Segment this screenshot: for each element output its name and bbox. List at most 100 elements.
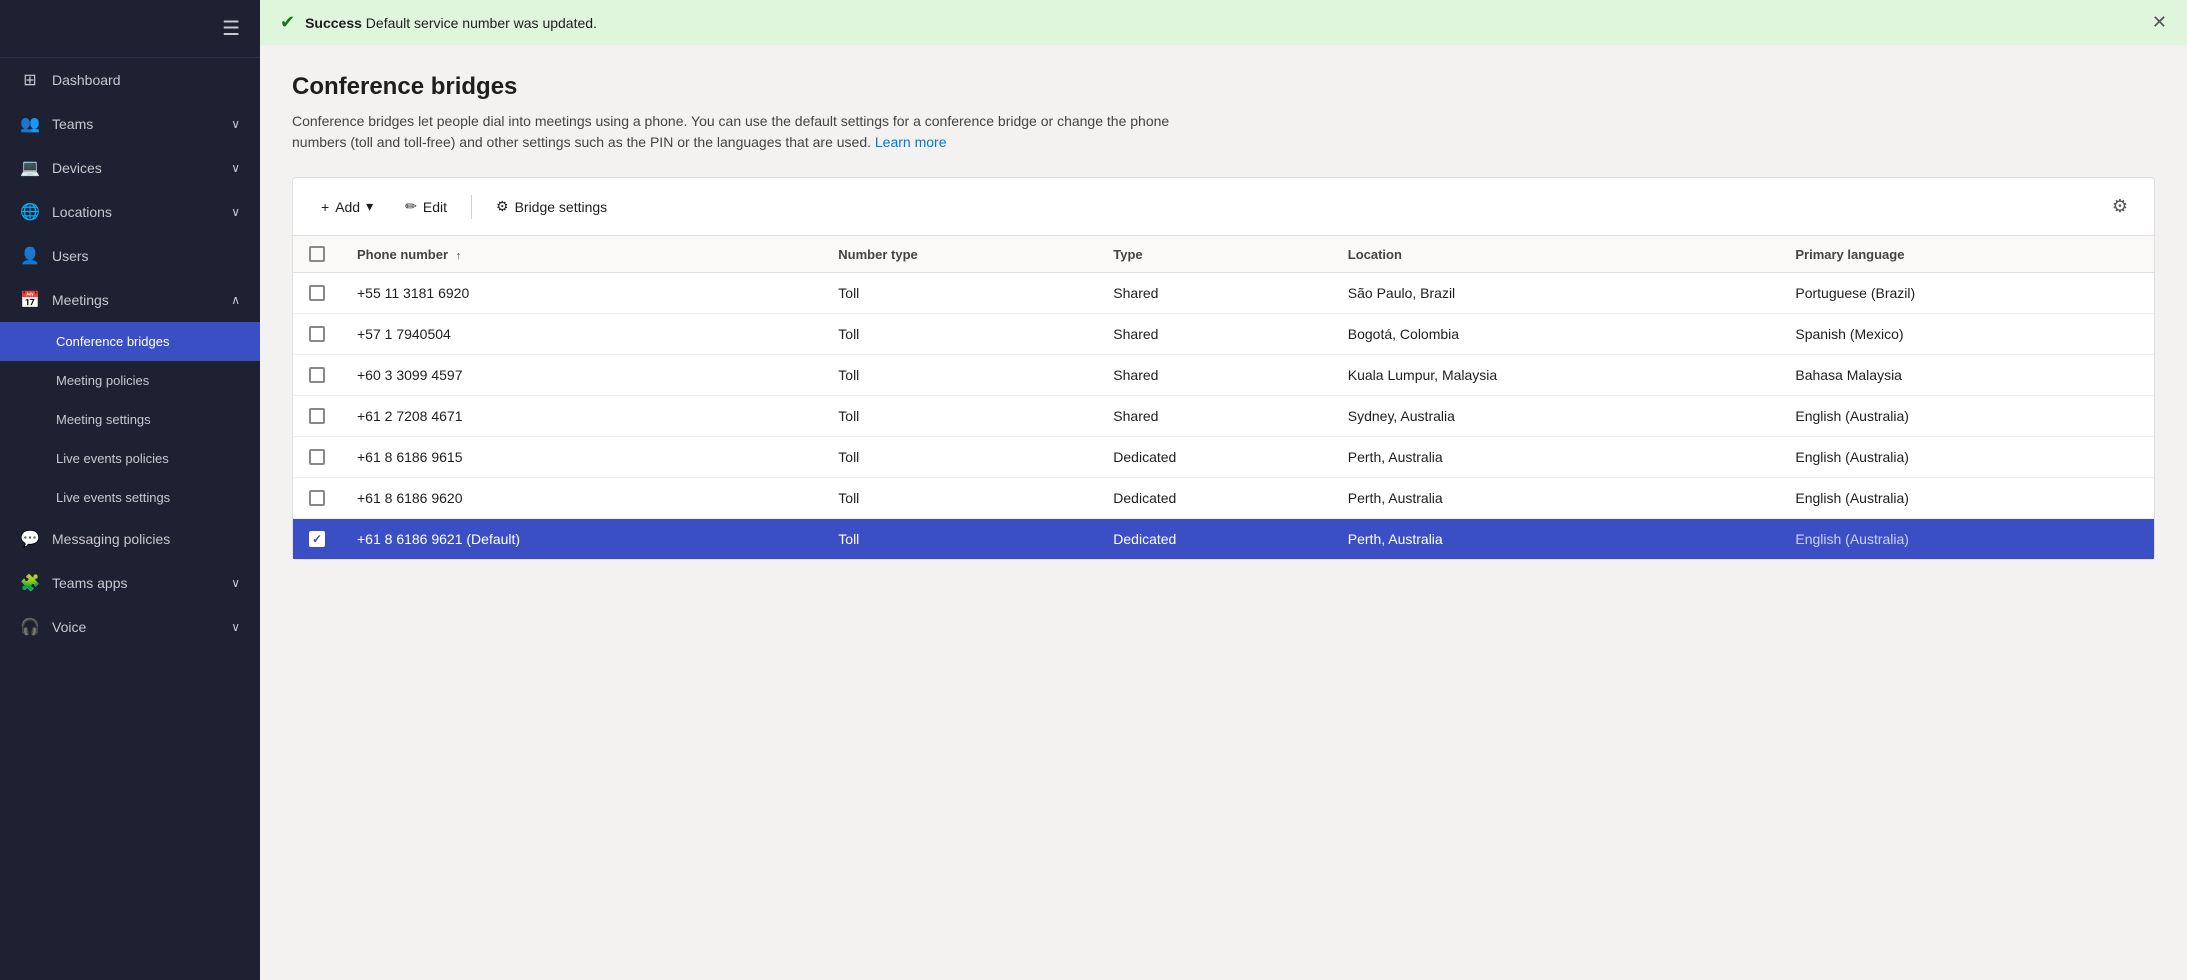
- cell-location: Perth, Australia: [1332, 519, 1780, 560]
- table-row[interactable]: +61 8 6186 9621 (Default) Toll Dedicated…: [293, 519, 2154, 560]
- devices-icon: 💻: [20, 158, 40, 178]
- cell-type: Shared: [1097, 355, 1331, 396]
- row-checkbox-cell: [293, 437, 341, 478]
- sidebar-item-label: Locations: [52, 204, 112, 220]
- table-row[interactable]: +60 3 3099 4597 Toll Shared Kuala Lumpur…: [293, 355, 2154, 396]
- table-row[interactable]: +57 1 7940504 Toll Shared Bogotá, Colomb…: [293, 314, 2154, 355]
- cell-language: English (Australia): [1779, 396, 2154, 437]
- cell-language: English (Australia): [1779, 519, 2154, 560]
- row-checkbox[interactable]: [309, 326, 325, 342]
- row-checkbox-cell: [293, 355, 341, 396]
- cell-phone: +61 8 6186 9621 (Default): [341, 519, 822, 560]
- header-checkbox-col: [293, 236, 341, 273]
- cell-type: Dedicated: [1097, 478, 1331, 519]
- sidebar-item-label: Teams: [52, 116, 93, 132]
- banner-bold: Success: [305, 15, 362, 31]
- meetings-icon: 📅: [20, 290, 40, 310]
- edit-button[interactable]: ✏ Edit: [393, 192, 459, 221]
- data-table: Phone number ↑ Number type Type Location…: [293, 236, 2154, 559]
- table-row[interactable]: +61 8 6186 9620 Toll Dedicated Perth, Au…: [293, 478, 2154, 519]
- row-checkbox-cell: [293, 273, 341, 314]
- sidebar-item-meeting-settings[interactable]: Meeting settings: [0, 400, 260, 439]
- table-header-row: Phone number ↑ Number type Type Location…: [293, 236, 2154, 273]
- sidebar-item-conference-bridges[interactable]: Conference bridges: [0, 322, 260, 361]
- sidebar-item-users[interactable]: 👤 Users: [0, 234, 260, 278]
- page-title: Conference bridges: [292, 73, 2155, 101]
- sidebar-item-dashboard[interactable]: ⊞ Dashboard: [0, 58, 260, 102]
- cell-number-type: Toll: [822, 437, 1097, 478]
- sidebar-item-teams-apps[interactable]: 🧩 Teams apps ∨: [0, 561, 260, 605]
- sidebar-item-label: Dashboard: [52, 72, 121, 88]
- column-settings-button[interactable]: ⚙: [2102, 190, 2138, 223]
- chevron-down-icon: ∨: [231, 117, 240, 131]
- sort-icon: ↑: [456, 250, 462, 262]
- sidebar-item-locations[interactable]: 🌐 Locations ∨: [0, 190, 260, 234]
- sidebar-item-devices[interactable]: 💻 Devices ∨: [0, 146, 260, 190]
- chevron-down-icon: ∨: [231, 620, 240, 634]
- sidebar: ☰ ⊞ Dashboard 👥 Teams ∨ 💻 Devices ∨ 🌐 Lo…: [0, 0, 260, 980]
- sidebar-subitem-label: Meeting settings: [56, 412, 151, 427]
- success-icon: ✔: [280, 12, 295, 33]
- add-button[interactable]: + Add ▾: [309, 192, 385, 221]
- users-icon: 👤: [20, 246, 40, 266]
- table-row[interactable]: +61 8 6186 9615 Toll Dedicated Perth, Au…: [293, 437, 2154, 478]
- cell-location: Perth, Australia: [1332, 437, 1780, 478]
- conference-bridges-table-container: + Add ▾ ✏ Edit ⚙ Bridge settings ⚙: [292, 177, 2155, 560]
- chevron-up-icon: ∧: [231, 293, 240, 307]
- teams-apps-icon: 🧩: [20, 573, 40, 593]
- sidebar-item-voice[interactable]: 🎧 Voice ∨: [0, 605, 260, 649]
- dashboard-icon: ⊞: [20, 70, 40, 90]
- cell-language: Spanish (Mexico): [1779, 314, 2154, 355]
- sidebar-subitem-label: Meeting policies: [56, 373, 149, 388]
- cell-location: São Paulo, Brazil: [1332, 273, 1780, 314]
- sidebar-subitem-label: Live events policies: [56, 451, 169, 466]
- edit-icon: ✏: [405, 198, 417, 215]
- row-checkbox[interactable]: [309, 490, 325, 506]
- cell-phone: +60 3 3099 4597: [341, 355, 822, 396]
- cell-number-type: Toll: [822, 396, 1097, 437]
- table-row[interactable]: +61 2 7208 4671 Toll Shared Sydney, Aust…: [293, 396, 2154, 437]
- header-location: Location: [1332, 236, 1780, 273]
- sidebar-item-messaging-policies[interactable]: 💬 Messaging policies: [0, 517, 260, 561]
- select-all-checkbox[interactable]: [309, 246, 325, 262]
- sidebar-item-live-events-settings[interactable]: Live events settings: [0, 478, 260, 517]
- learn-more-link[interactable]: Learn more: [875, 134, 947, 150]
- cell-phone: +55 11 3181 6920: [341, 273, 822, 314]
- row-checkbox[interactable]: [309, 408, 325, 424]
- hamburger-icon[interactable]: ☰: [222, 16, 240, 41]
- cell-phone: +61 2 7208 4671: [341, 396, 822, 437]
- sidebar-item-teams[interactable]: 👥 Teams ∨: [0, 102, 260, 146]
- add-label: Add: [335, 199, 360, 215]
- sidebar-item-live-events-policies[interactable]: Live events policies: [0, 439, 260, 478]
- row-checkbox-cell: [293, 396, 341, 437]
- locations-icon: 🌐: [20, 202, 40, 222]
- row-checkbox[interactable]: [309, 449, 325, 465]
- cell-number-type: Toll: [822, 519, 1097, 560]
- cell-number-type: Toll: [822, 355, 1097, 396]
- sidebar-subitem-label: Live events settings: [56, 490, 170, 505]
- sidebar-header: ☰: [0, 0, 260, 58]
- sidebar-item-label: Voice: [52, 619, 86, 635]
- sidebar-item-label: Devices: [52, 160, 102, 176]
- cell-number-type: Toll: [822, 314, 1097, 355]
- sidebar-item-label: Meetings: [52, 292, 109, 308]
- cell-number-type: Toll: [822, 478, 1097, 519]
- close-icon[interactable]: ✕: [2152, 12, 2167, 33]
- sidebar-item-meetings[interactable]: 📅 Meetings ∧: [0, 278, 260, 322]
- bridge-settings-button[interactable]: ⚙ Bridge settings: [484, 192, 619, 221]
- sidebar-item-meeting-policies[interactable]: Meeting policies: [0, 361, 260, 400]
- header-primary-language: Primary language: [1779, 236, 2154, 273]
- banner-text: Success Default service number was updat…: [305, 15, 597, 31]
- table-row[interactable]: +55 11 3181 6920 Toll Shared São Paulo, …: [293, 273, 2154, 314]
- cell-type: Shared: [1097, 273, 1331, 314]
- sidebar-subitem-label: Conference bridges: [56, 334, 169, 349]
- row-checkbox[interactable]: [309, 531, 325, 547]
- row-checkbox[interactable]: [309, 367, 325, 383]
- cell-type: Dedicated: [1097, 519, 1331, 560]
- row-checkbox[interactable]: [309, 285, 325, 301]
- cell-location: Kuala Lumpur, Malaysia: [1332, 355, 1780, 396]
- gear-icon: ⚙: [2112, 196, 2128, 216]
- row-checkbox-cell: [293, 314, 341, 355]
- chevron-down-icon: ∨: [231, 205, 240, 219]
- cell-phone: +61 8 6186 9615: [341, 437, 822, 478]
